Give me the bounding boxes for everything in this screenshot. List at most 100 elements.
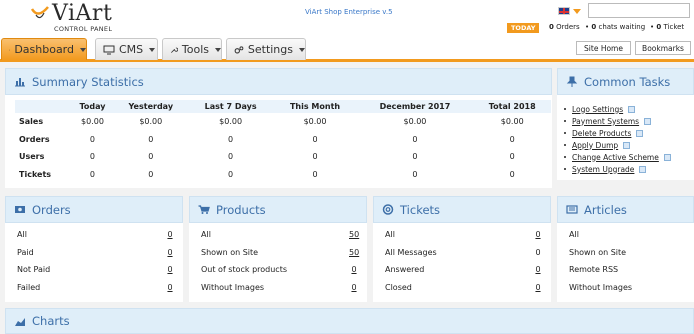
orders-panel: Orders All 0 Paid 0 Not Paid 0 Failed 0 — [5, 196, 183, 302]
products-row-label: All — [201, 230, 211, 240]
summary-row-label: Sales — [19, 117, 44, 127]
tab-tools[interactable]: Tools — [162, 38, 222, 60]
summary-col-header: December 2017 — [379, 102, 451, 111]
summary-cell-link[interactable]: $0.00 — [219, 117, 242, 126]
edition-label: ViArt Shop Enterprise v.5 — [305, 8, 393, 16]
products-row-value[interactable]: 50 — [349, 230, 359, 239]
summary-col-header: This Month — [289, 102, 341, 111]
summary-cell-link[interactable]: 0 — [90, 135, 95, 144]
logo-subtitle: CONTROL PANEL — [54, 25, 113, 33]
task-link[interactable]: Delete Products — [572, 129, 631, 138]
new-window-icon[interactable] — [636, 129, 644, 137]
tickets-row-label: Answered — [385, 265, 425, 275]
common-tasks-title: Common Tasks — [584, 74, 671, 89]
summary-cell-link[interactable]: $0.00 — [139, 117, 162, 126]
new-window-icon[interactable] — [639, 165, 647, 173]
money-icon — [15, 206, 25, 213]
tickets-row-value[interactable]: 0 — [533, 230, 543, 239]
monitor-icon — [103, 45, 115, 54]
summary-cell-link[interactable]: 0 — [148, 152, 153, 161]
tickets-row-value[interactable]: 0 — [533, 265, 543, 274]
new-window-icon[interactable] — [628, 105, 636, 113]
charts-header: Charts — [5, 308, 694, 334]
table-row: Sales $0.00 $0.00 $0.00 $0.00 $0.00 $0.0… — [15, 113, 551, 131]
tab-cms[interactable]: CMS — [95, 38, 158, 60]
language-dropdown-icon[interactable] — [573, 9, 581, 14]
summary-cell-link[interactable]: $0.00 — [304, 117, 327, 126]
task-link[interactable]: Payment Systems — [572, 117, 639, 126]
orders-row-value[interactable]: 0 — [165, 248, 175, 257]
table-row: Tickets 0 0 0 0 0 0 — [15, 166, 551, 184]
summary-cell-link[interactable]: 0 — [228, 135, 233, 144]
summary-cell-link[interactable]: 0 — [412, 170, 417, 179]
task-link[interactable]: Logo Settings — [572, 105, 623, 114]
search-input[interactable] — [588, 3, 690, 18]
bookmarks-button[interactable]: Bookmarks — [635, 41, 691, 55]
summary-cell-link[interactable]: $0.00 — [81, 117, 104, 126]
summary-cell-link[interactable]: 0 — [412, 152, 417, 161]
orders-row-value[interactable]: 0 — [165, 265, 175, 274]
summary-cell-link[interactable]: 0 — [312, 135, 317, 144]
summary-statistics-title: Summary Statistics — [32, 74, 144, 89]
tickets-count: 0 — [656, 23, 662, 31]
site-home-button[interactable]: Site Home — [576, 41, 631, 55]
summary-cell-link[interactable]: 0 — [90, 152, 95, 161]
new-window-icon[interactable] — [644, 117, 652, 125]
tickets-stat[interactable]: • 0 Ticket — [650, 23, 684, 31]
bullet-icon — [564, 156, 566, 158]
list-item: All 0 — [17, 226, 175, 244]
new-window-icon[interactable] — [663, 153, 671, 161]
summary-col-header: Today — [79, 102, 106, 111]
summary-cell-link[interactable]: 0 — [510, 152, 515, 161]
orders-row-value[interactable]: 0 — [165, 230, 175, 239]
orders-stat[interactable]: 0 Orders — [549, 23, 580, 31]
summary-cell-link[interactable]: $0.00 — [403, 117, 426, 126]
common-tasks-panel: Common Tasks Logo Settings Payment Syste… — [557, 68, 694, 180]
summary-cell-link[interactable]: 0 — [412, 135, 417, 144]
language-flag-icon[interactable] — [558, 7, 570, 15]
list-item: Answered 0 — [385, 261, 543, 279]
tickets-list: All 0 All Messages 0 Answered 0 Closed 0 — [385, 226, 543, 296]
chats-stat[interactable]: • 0 chats waiting — [585, 23, 645, 31]
task-link[interactable]: Change Active Scheme — [572, 153, 659, 162]
summary-cell-link[interactable]: 0 — [312, 170, 317, 179]
bar-chart-icon — [15, 78, 25, 87]
summary-cell-link[interactable]: 0 — [510, 135, 515, 144]
new-window-icon[interactable] — [623, 141, 631, 149]
tab-dashboard-label: Dashboard — [14, 43, 74, 56]
orders-stat-label: Orders — [556, 23, 580, 31]
products-row-value[interactable]: 0 — [349, 283, 359, 292]
orders-row-value[interactable]: 0 — [165, 283, 175, 292]
tab-settings-label: Settings — [247, 43, 293, 56]
task-link[interactable]: Apply Dump — [572, 141, 618, 150]
task-link[interactable]: System Upgrade — [572, 165, 634, 174]
summary-cell-link[interactable]: 0 — [228, 170, 233, 179]
tickets-row-value[interactable]: 0 — [533, 283, 543, 292]
summary-cell-link[interactable]: 0 — [228, 152, 233, 161]
summary-cell-link[interactable]: 0 — [510, 170, 515, 179]
chevron-down-icon — [215, 47, 221, 52]
tickets-row-label: All Messages — [385, 247, 437, 257]
products-header: Products — [189, 196, 367, 223]
list-item: Delete Products — [564, 127, 671, 139]
summary-cell-link[interactable]: $0.00 — [501, 117, 524, 126]
home-icon — [9, 48, 11, 51]
products-row-label: Shown on Site — [201, 247, 259, 257]
bullet-icon — [564, 120, 566, 122]
summary-cell-link[interactable]: 0 — [90, 170, 95, 179]
summary-col-header: Total 2018 — [488, 102, 536, 111]
summary-cell-link[interactable]: 0 — [148, 170, 153, 179]
tab-settings[interactable]: Settings — [226, 38, 306, 60]
products-row-label: Without Images — [201, 282, 265, 292]
summary-cell-link[interactable]: 0 — [148, 135, 153, 144]
tab-dashboard[interactable]: Dashboard — [1, 38, 87, 60]
products-row-value[interactable]: 50 — [349, 248, 359, 257]
list-item: Not Paid 0 — [17, 261, 175, 279]
table-row: Orders 0 0 0 0 0 0 — [15, 131, 551, 149]
products-row-label: Out of stock products — [201, 265, 288, 275]
list-item: All Messages 0 — [385, 244, 543, 262]
products-row-value[interactable]: 0 — [349, 265, 359, 274]
orders-header: Orders — [5, 196, 183, 223]
tab-cms-label: CMS — [119, 43, 144, 56]
summary-cell-link[interactable]: 0 — [312, 152, 317, 161]
